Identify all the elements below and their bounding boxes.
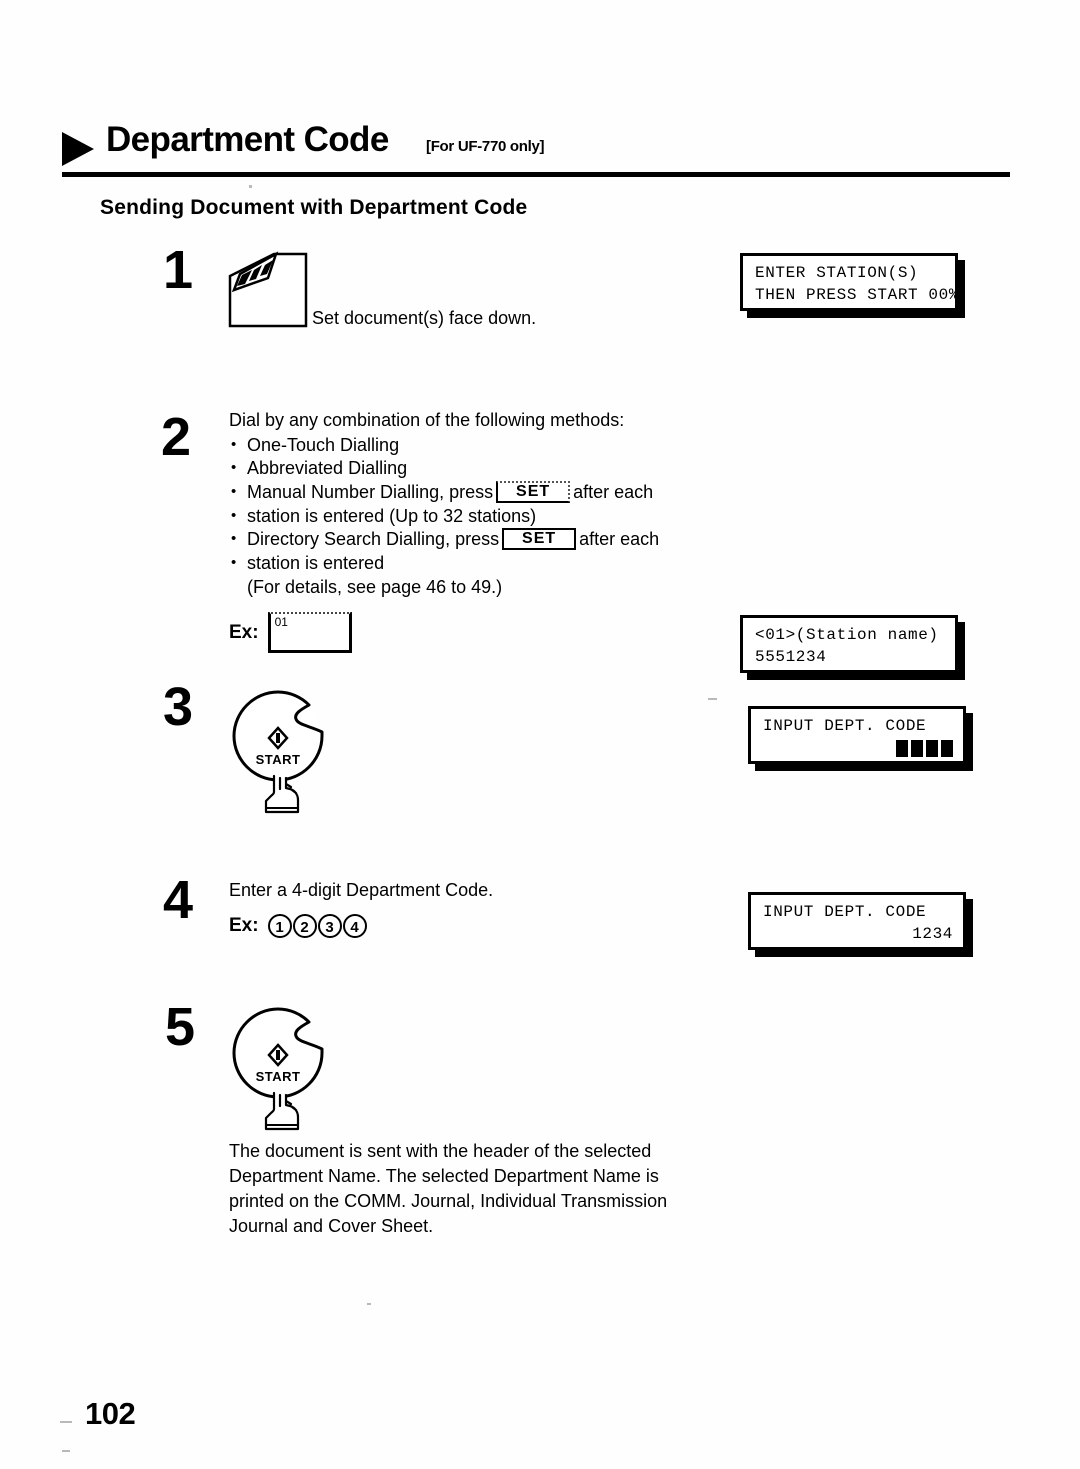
closing-line-1: The document is sent with the header of … bbox=[229, 1141, 652, 1161]
step-number-3: 3 bbox=[163, 677, 194, 737]
closing-paragraph: The document is sent with the header of … bbox=[229, 1139, 716, 1239]
lcd-line-1: ENTER STATION(S) bbox=[755, 264, 919, 282]
method-label-after: after each bbox=[573, 481, 654, 502]
list-item: Abbreviated Dialling bbox=[229, 456, 699, 481]
step-number-2: 2 bbox=[161, 407, 192, 467]
manual-page: Department Code [For UF-770 only] Sendin… bbox=[0, 0, 1080, 1469]
lcd-display-station-selected: <01>(Station name) 5551234 bbox=[740, 615, 958, 673]
step-2-example: Ex: 01 bbox=[229, 612, 352, 653]
dept-code-cursor-blocks bbox=[763, 737, 955, 759]
pressing-hand-icon bbox=[264, 1091, 300, 1131]
keypad-digit-2[interactable]: 2 bbox=[292, 914, 317, 938]
keypad-digit-3[interactable]: 3 bbox=[317, 914, 342, 938]
method-label: One-Touch Dialling bbox=[247, 434, 400, 455]
cursor-block bbox=[911, 739, 923, 757]
pressing-hand-icon bbox=[264, 774, 300, 814]
one-touch-key-button[interactable]: 01 bbox=[267, 612, 352, 653]
example-label: Ex: bbox=[229, 915, 259, 936]
list-item-continuation: station is entered (Up to 32 stations) bbox=[229, 504, 699, 529]
scan-artifact bbox=[249, 185, 252, 188]
dialling-methods-list: One-Touch Dialling Abbreviated Dialling … bbox=[229, 433, 699, 576]
lcd-line-1: INPUT DEPT. CODE bbox=[763, 717, 927, 735]
scan-artifact bbox=[62, 1450, 70, 1452]
step-4-example: Ex: 1 2 3 4 bbox=[229, 914, 368, 938]
page-title: Department Code bbox=[106, 120, 389, 159]
method-label: Manual Number Dialling, press bbox=[247, 481, 494, 502]
lcd-line-1: <01>(Station name) bbox=[755, 626, 939, 644]
lcd-display-input-dept-code-filled: INPUT DEPT. CODE 1234 bbox=[748, 892, 966, 950]
page-title-model-note: [For UF-770 only] bbox=[426, 138, 545, 155]
step-4-instruction: Enter a 4-digit Department Code. bbox=[229, 880, 494, 900]
set-key-button[interactable]: SET bbox=[496, 480, 571, 503]
page-number: 102 bbox=[85, 1396, 136, 1431]
scan-artifact bbox=[60, 1421, 72, 1423]
list-item: Manual Number Dialling, pressSETafter ea… bbox=[229, 480, 699, 505]
closing-line-3: printed on the COMM. Journal, Individual… bbox=[229, 1191, 668, 1211]
svg-text:START: START bbox=[256, 1069, 301, 1084]
lcd-line-2: THEN PRESS START 00% bbox=[755, 286, 960, 304]
cursor-block bbox=[926, 739, 938, 757]
set-key-button[interactable]: SET bbox=[502, 528, 577, 550]
scan-artifact bbox=[708, 698, 717, 700]
start-button-illustration[interactable]: START bbox=[228, 1005, 336, 1133]
document-stack-icon bbox=[228, 248, 314, 328]
lcd-line-1: INPUT DEPT. CODE bbox=[763, 903, 927, 921]
page-header: Department Code [For UF-770 only] bbox=[62, 120, 1012, 184]
step-2-instructions: Dial by any combination of the following… bbox=[229, 409, 699, 599]
list-item-continuation: station is entered bbox=[229, 551, 699, 576]
continuation-text: station is entered bbox=[247, 553, 385, 573]
method-label: Abbreviated Dialling bbox=[247, 458, 408, 478]
method-label-after: after each bbox=[579, 529, 660, 549]
keypad-digit-1[interactable]: 1 bbox=[267, 914, 292, 938]
closing-line-4: Journal and Cover Sheet. bbox=[229, 1216, 434, 1236]
start-button-illustration[interactable]: START bbox=[228, 688, 336, 816]
section-heading: Sending Document with Department Code bbox=[100, 196, 528, 219]
triangle-right-icon bbox=[62, 132, 94, 166]
lcd-display-input-dept-code-empty: INPUT DEPT. CODE bbox=[748, 706, 966, 764]
list-item: Directory Search Dialling, pressSETafter… bbox=[229, 527, 699, 552]
list-item: One-Touch Dialling bbox=[229, 433, 699, 458]
svg-text:START: START bbox=[256, 752, 301, 767]
cursor-block bbox=[896, 739, 908, 757]
lcd-line-2: 1234 bbox=[912, 925, 953, 943]
one-touch-key-id: 01 bbox=[274, 615, 288, 629]
step-2-page-reference: (For details, see page 46 to 49.) bbox=[247, 576, 503, 597]
step-number-4: 4 bbox=[163, 870, 194, 930]
lcd-line-2: 5551234 bbox=[755, 648, 827, 666]
step-number-1: 1 bbox=[163, 240, 194, 300]
step-2-lead-text: Dial by any combination of the following… bbox=[229, 410, 625, 430]
scan-artifact bbox=[367, 1303, 371, 1305]
step-1-caption: Set document(s) face down. bbox=[312, 308, 537, 328]
closing-line-2: Department Name. The selected Department… bbox=[229, 1166, 659, 1186]
method-label: Directory Search Dialling, press bbox=[247, 529, 500, 549]
example-label: Ex: bbox=[229, 621, 259, 643]
cursor-block bbox=[941, 739, 953, 757]
header-divider bbox=[62, 172, 1010, 177]
step-number-5: 5 bbox=[165, 997, 196, 1057]
lcd-display-enter-stations: ENTER STATION(S) THEN PRESS START 00% bbox=[740, 253, 958, 311]
continuation-text: station is entered (Up to 32 stations) bbox=[247, 505, 537, 526]
keypad-digit-4[interactable]: 4 bbox=[342, 914, 367, 938]
